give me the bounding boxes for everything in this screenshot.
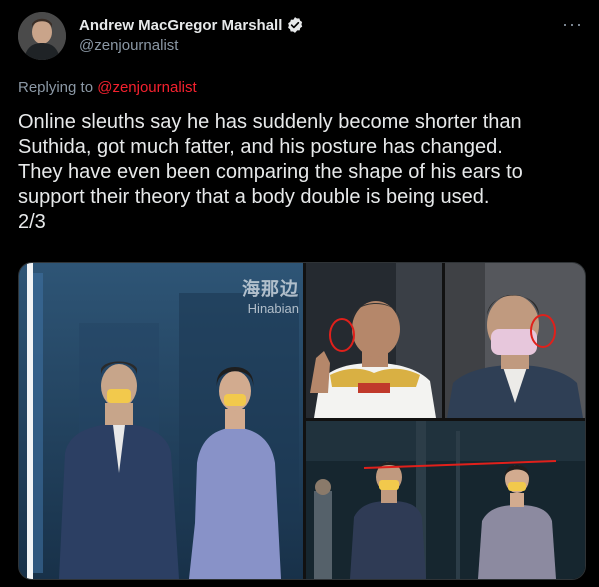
replying-to: Replying to @zenjournalist: [18, 79, 197, 96]
uniform-portrait-image: [306, 263, 442, 418]
author-name[interactable]: Andrew MacGregor Marshall: [79, 17, 282, 34]
avatar-image: [18, 12, 66, 60]
photo-standing-couple[interactable]: 海那边 Hinabian: [19, 263, 303, 579]
more-options-icon[interactable]: ···: [562, 14, 583, 35]
watermark-chinese: 海那边: [242, 279, 299, 300]
photo-uniform-portrait[interactable]: [306, 263, 442, 418]
tweet-header: Andrew MacGregor Marshall @zenjournalist…: [18, 12, 585, 62]
reply-to-link[interactable]: @zenjournalist: [97, 79, 196, 96]
watermark-english: Hinabian: [247, 301, 299, 316]
photo-height-comparison[interactable]: [306, 421, 585, 579]
watermark: 海那边 Hinabian: [242, 275, 299, 316]
photo-masked-portrait[interactable]: [445, 263, 585, 418]
verified-badge-icon: [288, 17, 303, 33]
author-name-row: Andrew MacGregor Marshall: [79, 16, 304, 34]
tweet-text: Online sleuths say he has suddenly becom…: [18, 111, 523, 233]
height-comparison-image: [306, 421, 585, 579]
avatar[interactable]: [18, 12, 66, 60]
replying-to-label: Replying to: [18, 79, 98, 96]
author-handle[interactable]: @zenjournalist: [79, 37, 178, 54]
tweet-media[interactable]: 海那边 Hinabian: [18, 262, 586, 580]
masked-portrait-image: [445, 263, 585, 418]
